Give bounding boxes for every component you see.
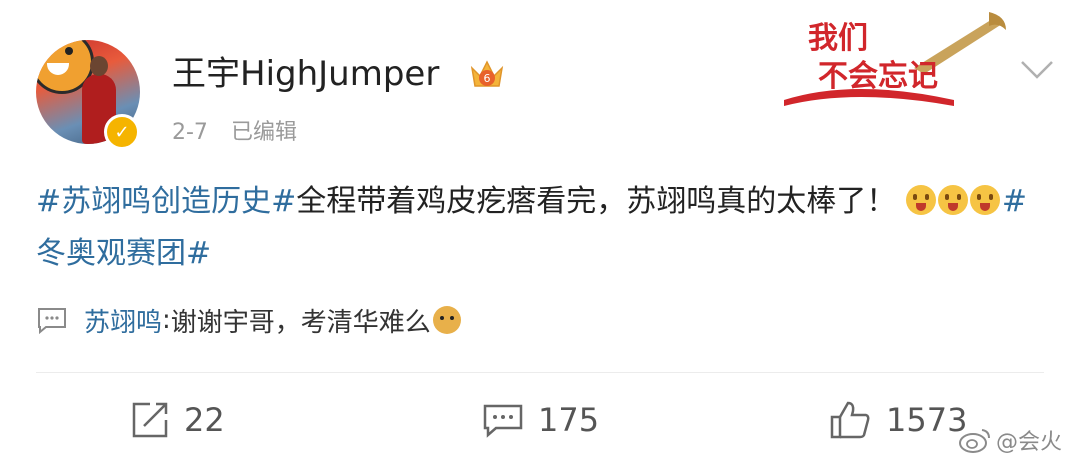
weibo-logo-icon (959, 429, 990, 453)
repost-icon (132, 402, 168, 438)
verified-icon: ✓ (104, 114, 140, 150)
repost-button[interactable]: 22 (130, 392, 225, 448)
comment-author[interactable]: 苏翊鸣 (84, 302, 162, 339)
hashtag-link[interactable]: #苏翊鸣创造历史# (36, 184, 296, 219)
comment-count: 175 (538, 401, 600, 439)
divider (36, 372, 1044, 373)
post-content: #苏翊鸣创造历史#全程带着鸡皮疙瘩看完，苏翊鸣真的太棒了！ #冬奥观赛团# (36, 176, 1046, 280)
post-date: 2-7 (172, 120, 208, 145)
comment-icon (483, 404, 523, 438)
campaign-badge[interactable]: 我们 不会忘记 (784, 8, 1008, 108)
watermark-text: @会火 (996, 430, 1063, 455)
badge-line2: 不会忘记 (818, 59, 938, 94)
username[interactable]: 王宇HighJumper (172, 54, 439, 94)
like-count: 1573 (886, 401, 968, 439)
comment-bubble-icon (38, 308, 66, 334)
crying-emoji-icon (937, 185, 968, 215)
comment-text: 谢谢宇哥，考清华难么 (170, 307, 431, 338)
crown-icon[interactable]: 6 (468, 56, 506, 92)
action-bar: 22 175 1573 (0, 392, 1080, 448)
chevron-down-icon[interactable] (1020, 60, 1054, 80)
post-text: 全程带着鸡皮疙瘩看完，苏翊鸣真的太棒了！ (296, 184, 897, 219)
badge-line1: 我们 (808, 21, 868, 56)
edited-label[interactable]: 已编辑 (231, 120, 297, 145)
doge-emoji-icon (432, 306, 461, 334)
like-button[interactable]: 1573 (828, 392, 967, 448)
repost-count: 22 (184, 401, 225, 439)
featured-comment[interactable]: 苏翊鸣: 谢谢宇哥，考清华难么 (36, 296, 1044, 344)
comment-separator: : (162, 305, 171, 335)
crying-emoji-icon (969, 185, 1000, 215)
like-icon (830, 401, 870, 439)
weibo-watermark: @会火 (958, 424, 1062, 456)
comment-button[interactable]: 175 (482, 392, 599, 448)
vip-level: 6 (484, 72, 491, 85)
crying-emoji-icon (905, 185, 936, 215)
